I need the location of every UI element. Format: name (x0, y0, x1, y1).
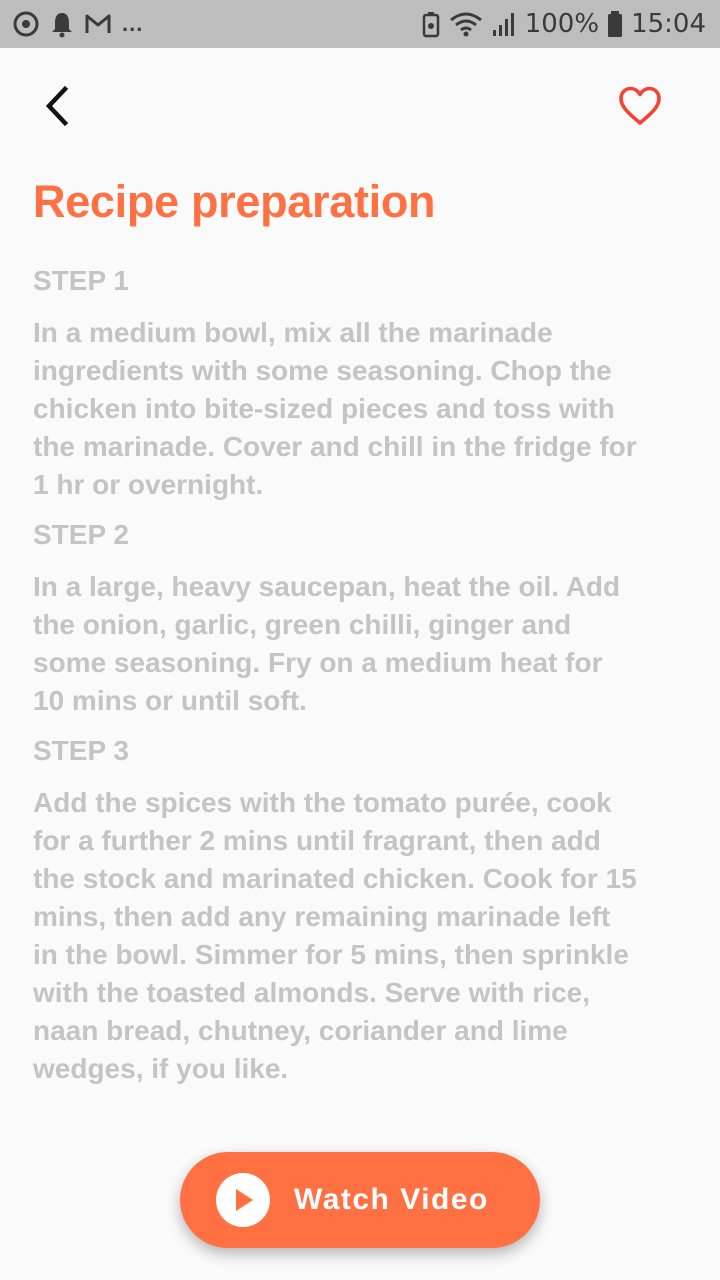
favorite-button[interactable] (612, 78, 668, 134)
sync-icon (13, 11, 39, 37)
step-text-line: 10 mins or until soft. (33, 685, 307, 716)
step-text-line: wedges, if you like. (33, 1053, 289, 1084)
step-description: In a large, heavy saucepan, heat the oil… (33, 568, 693, 720)
battery-icon (608, 11, 623, 37)
step-text-line: some seasoning. Fry on a medium heat for (33, 647, 603, 678)
status-bar-right: 100% 15:04 (421, 0, 706, 48)
step-text-line: In a large, heavy saucepan, heat the oil… (33, 571, 621, 602)
watch-video-button[interactable]: Watch Video (180, 1152, 540, 1248)
step-text-line: Add the spices with the tomato purée, co… (33, 787, 612, 818)
step-2: STEP 2 In a large, heavy saucepan, heat … (33, 516, 693, 720)
step-label: STEP 2 (33, 519, 129, 550)
step-text-line: In a medium bowl, mix all the marinade (33, 317, 553, 348)
signal-icon (492, 13, 514, 36)
step-text-line: the marinade. Cover and chill in the fri… (33, 431, 637, 462)
step-text-line: mins, then add any remaining marinade le… (33, 901, 611, 932)
step-text-line: ingredients with some seasoning. Chop th… (33, 355, 612, 386)
gmail-icon (85, 14, 111, 33)
wifi-icon (449, 12, 482, 37)
page-title: Recipe preparation (33, 176, 436, 227)
step-1: STEP 1 In a medium bowl, mix all the mar… (33, 262, 693, 504)
step-text-line: the onion, garlic, green chilli, ginger … (33, 609, 572, 640)
battery-percent: 100% (524, 9, 600, 39)
steps-list: STEP 1 In a medium bowl, mix all the mar… (33, 262, 693, 1100)
step-label: STEP 3 (33, 735, 129, 766)
play-icon (236, 1189, 253, 1211)
battery-saver-icon (422, 12, 439, 38)
watch-video-label: Watch Video (294, 1183, 489, 1216)
step-description: Add the spices with the tomato purée, co… (33, 784, 693, 1088)
step-description: In a medium bowl, mix all the marinade i… (33, 314, 693, 504)
clock: 15:04 (631, 9, 706, 39)
status-bar-left: ... (12, 0, 143, 48)
step-label: STEP 1 (33, 265, 129, 296)
chevron-left-icon (45, 85, 69, 127)
step-text-line: the stock and marinated chicken. Cook fo… (33, 863, 637, 894)
step-text-line: 1 hr or overnight. (33, 469, 264, 500)
back-button[interactable] (28, 78, 84, 134)
heart-outline-icon (619, 86, 661, 125)
step-text-line: with the toasted almonds. Serve with ric… (33, 977, 591, 1008)
step-text-line: in the bowl. Simmer for 5 mins, then spr… (33, 939, 629, 970)
step-text-line: naan bread, chutney, coriander and lime (33, 1015, 568, 1046)
status-bar: ... 100% 15:04 (0, 0, 720, 48)
bell-icon (52, 13, 72, 38)
more-notifications: ... (122, 11, 144, 36)
step-text-line: chicken into bite-sized pieces and toss … (33, 393, 615, 424)
play-circle (216, 1173, 270, 1227)
step-text-line: for a further 2 mins until fragrant, the… (33, 825, 601, 856)
step-3: STEP 3 Add the spices with the tomato pu… (33, 732, 693, 1088)
